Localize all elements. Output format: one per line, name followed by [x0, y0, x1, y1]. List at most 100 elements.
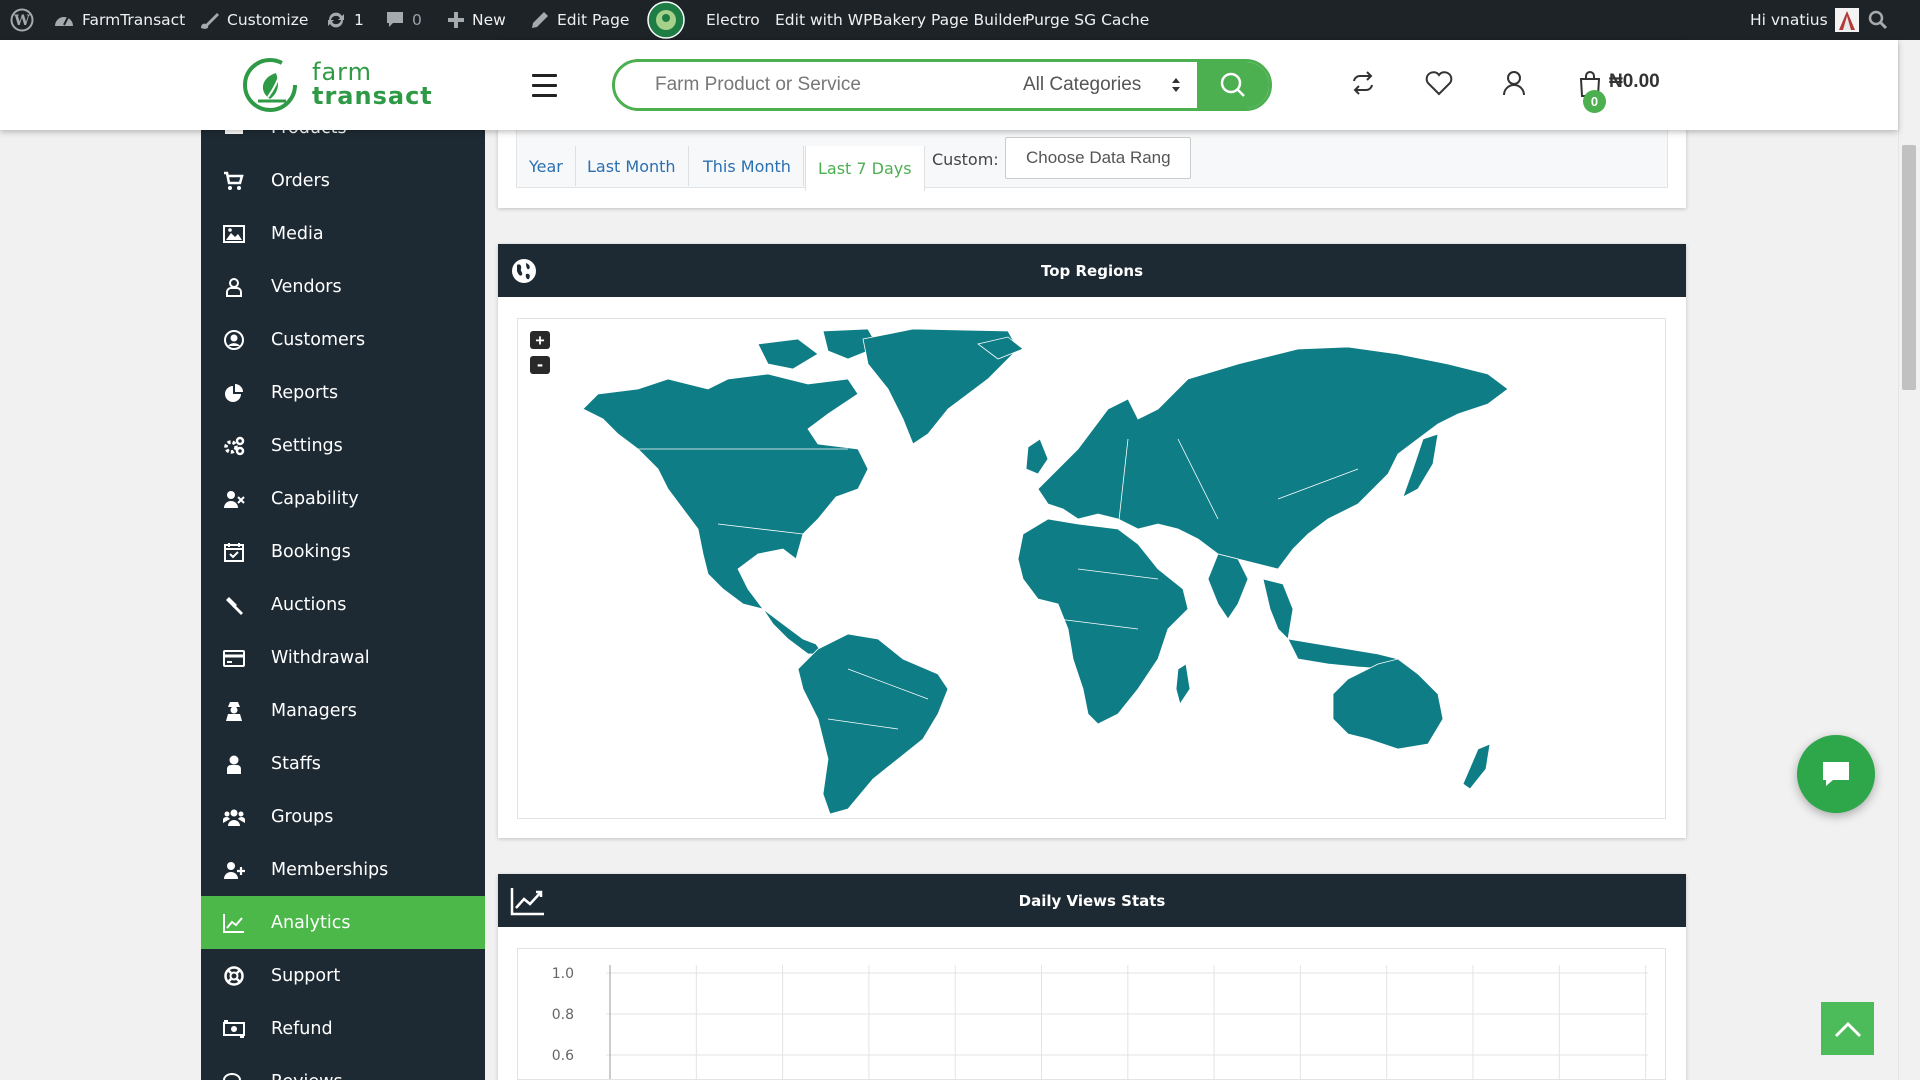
menu-toggle-icon[interactable]	[532, 74, 557, 97]
daily-views-chart: 1.0 0.8 0.6	[517, 948, 1666, 1080]
y-tick-label: 1.0	[552, 966, 574, 982]
wishlist-heart-icon[interactable]	[1425, 70, 1453, 96]
map-region[interactable]	[1025, 438, 1049, 475]
sidebar-item-refund[interactable]: Refund	[201, 1002, 485, 1055]
comments-count: 0	[412, 11, 422, 29]
map-region[interactable]	[1262, 578, 1294, 640]
pie-chart-icon	[225, 384, 243, 402]
sidebar-item-managers[interactable]: Managers	[201, 684, 485, 737]
update-icon	[328, 12, 344, 28]
sidebar-item-capability[interactable]: Capability	[201, 472, 485, 525]
sidebar-item-label: Vendors	[271, 276, 342, 297]
world-map[interactable]: + -	[517, 318, 1666, 819]
user-plus-icon	[224, 862, 245, 879]
tab-year[interactable]: Year	[517, 146, 576, 186]
plus-icon	[448, 12, 464, 28]
date-range-input[interactable]	[1005, 137, 1191, 179]
sidebar-item-label: Support	[271, 965, 341, 986]
search-button[interactable]	[1197, 62, 1269, 108]
life-ring-icon	[224, 966, 244, 986]
site-name-link[interactable]: FarmTransact	[53, 0, 185, 40]
sidebar-item-label: Bookings	[271, 541, 351, 562]
map-region[interactable]	[1017, 518, 1189, 725]
map-region[interactable]	[797, 633, 949, 815]
adminbar-search-icon[interactable]	[1868, 0, 1888, 40]
sidebar-item-label: Managers	[271, 700, 357, 721]
edit-page-link[interactable]: Edit Page	[530, 0, 629, 40]
sidebar-item-media[interactable]: Media	[201, 207, 485, 260]
sidebar-item-support[interactable]: Support	[201, 949, 485, 1002]
map-region[interactable]	[762, 608, 824, 655]
scrollbar-thumb[interactable]	[1902, 145, 1916, 390]
product-search: All Categories	[612, 59, 1272, 111]
sidebar-item-label: Staffs	[271, 753, 321, 774]
sidebar-item-bookings[interactable]: Bookings	[201, 525, 485, 578]
line-chart-icon	[510, 888, 544, 916]
map-region[interactable]	[757, 338, 819, 370]
chat-button[interactable]	[1797, 735, 1875, 813]
sidebar-item-withdrawal[interactable]: Withdrawal	[201, 631, 485, 684]
theme-avatar-icon[interactable]	[647, 0, 685, 40]
sidebar-item-reports[interactable]: Reports	[201, 366, 485, 419]
theme-label: Electro	[706, 11, 760, 29]
site-name: FarmTransact	[82, 11, 186, 29]
sidebar-item-label: Orders	[271, 170, 330, 191]
custom-range-label: Custom:	[932, 150, 999, 169]
chat-bubble-icon	[1823, 762, 1849, 786]
sidebar-item-label: Customers	[271, 329, 366, 350]
sidebar-item-vendors[interactable]: Vendors	[201, 260, 485, 313]
sidebar-item-reviews[interactable]: Reviews	[201, 1055, 485, 1080]
updates-link[interactable]: 1	[325, 0, 364, 40]
user-outline-icon	[226, 278, 242, 297]
wpbakery-label: Edit with WPBakery Page Builder	[775, 11, 1029, 29]
sidebar-item-memberships[interactable]: Memberships	[201, 843, 485, 896]
cart-icon	[224, 171, 244, 190]
theme-link[interactable]: Electro	[706, 0, 760, 40]
svg-text:W: W	[13, 13, 30, 29]
comment-icon	[387, 12, 403, 27]
map-region[interactable]	[582, 373, 869, 610]
sidebar-item-label: Reviews	[271, 1072, 343, 1080]
views-chart-graphic: 1.0 0.8 0.6	[552, 965, 1648, 1079]
top-regions-title: Top Regions	[1040, 261, 1144, 280]
sidebar-item-analytics[interactable]: Analytics	[201, 896, 485, 949]
new-link[interactable]: New	[447, 0, 506, 40]
cogs-icon	[224, 436, 245, 456]
sidebar-item-settings[interactable]: Settings	[201, 419, 485, 472]
customize-link[interactable]: Customize	[198, 0, 308, 40]
account-user-icon[interactable]	[1502, 70, 1526, 96]
back-to-top-button[interactable]	[1821, 1002, 1874, 1055]
map-region[interactable]	[1175, 663, 1191, 705]
gavel-icon	[226, 597, 243, 615]
sidebar-item-label: Memberships	[271, 859, 389, 880]
wpbakery-link[interactable]: Edit with WPBakery Page Builder	[775, 0, 1028, 40]
map-region[interactable]	[1332, 658, 1444, 750]
top-regions-header: Top Regions	[498, 244, 1686, 297]
sidebar-item-label: Settings	[271, 435, 343, 456]
world-map-graphic	[582, 328, 1509, 815]
sidebar-item-groups[interactable]: Groups	[201, 790, 485, 843]
updates-count: 1	[354, 11, 364, 29]
cart-total[interactable]: ₦0.00	[1609, 71, 1660, 93]
comments-link[interactable]: 0	[385, 0, 422, 40]
search-input[interactable]	[655, 62, 985, 108]
tab-last-7-days[interactable]: Last 7 Days	[805, 146, 925, 191]
purge-cache-link[interactable]: Purge SG Cache	[1025, 0, 1149, 40]
sidebar-item-orders[interactable]: Orders	[201, 154, 485, 207]
tab-last-month[interactable]: Last Month	[575, 146, 689, 186]
site-logo[interactable]: farm transact	[240, 54, 432, 116]
pencil-icon	[532, 12, 548, 28]
greeting: Hi vnatius	[1750, 11, 1828, 29]
category-value: All Categories	[1023, 74, 1142, 95]
sidebar-item-staffs[interactable]: Staffs	[201, 737, 485, 790]
map-region[interactable]	[1462, 743, 1491, 790]
sidebar-item-customers[interactable]: Customers	[201, 313, 485, 366]
compare-icon[interactable]	[1350, 70, 1376, 96]
map-region[interactable]	[1207, 553, 1249, 620]
line-chart-icon	[223, 914, 244, 933]
account-link[interactable]: Hi vnatius	[1750, 0, 1859, 40]
tab-this-month[interactable]: This Month	[691, 146, 804, 186]
category-select[interactable]: All Categories	[1023, 62, 1203, 108]
wordpress-logo-icon[interactable]: W	[10, 0, 34, 40]
sidebar-item-auctions[interactable]: Auctions	[201, 578, 485, 631]
